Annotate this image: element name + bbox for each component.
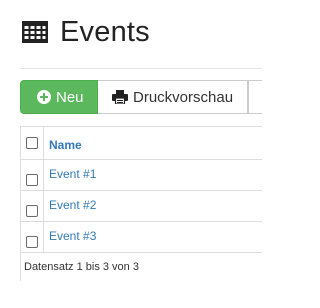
new-button-label: Neu (56, 88, 84, 106)
event-name-cell: Event #2 (44, 191, 262, 221)
toolbar-more-button[interactable] (248, 80, 262, 114)
select-all-checkbox[interactable] (26, 137, 38, 149)
print-preview-button[interactable]: Druckvorschau (98, 80, 248, 114)
print-preview-label: Druckvorschau (133, 88, 234, 106)
column-header-name[interactable]: Name (44, 127, 262, 159)
event-name-cell: Event #1 (44, 160, 262, 190)
row-checkbox[interactable] (26, 236, 38, 248)
row-check-cell (21, 160, 44, 190)
select-all-cell (21, 127, 44, 159)
event-link[interactable]: Event #3 (49, 229, 96, 243)
divider (20, 68, 262, 69)
table-row: Event #2 (21, 191, 262, 222)
record-count-text: Datensatz 1 bis 3 von 3 (24, 261, 139, 273)
event-link[interactable]: Event #2 (49, 198, 96, 212)
event-name-cell: Event #3 (44, 222, 262, 252)
row-check-cell (21, 191, 44, 221)
toolbar: Neu Druckvorschau (20, 80, 262, 114)
table-grid-icon (22, 21, 48, 43)
page-title: Events (60, 15, 150, 48)
printer-icon (112, 90, 128, 104)
table-row: Event #1 (21, 160, 262, 191)
column-header-name-label[interactable]: Name (49, 138, 82, 152)
table-footer: Datensatz 1 bis 3 von 3 (21, 253, 262, 281)
table-row: Event #3 (21, 222, 262, 253)
event-link[interactable]: Event #1 (49, 167, 96, 181)
new-button[interactable]: Neu (20, 80, 98, 114)
plus-circle-icon (37, 90, 51, 104)
row-checkbox[interactable] (26, 174, 38, 186)
row-checkbox[interactable] (26, 205, 38, 217)
events-table: Name Event #1 Event #2 Event #3 Datensat… (20, 126, 262, 281)
table-header-row: Name (21, 127, 262, 160)
page-header: Events (22, 12, 150, 52)
events-page: Events Neu Druckvorschau Name Event #1 E… (0, 0, 262, 308)
row-check-cell (21, 222, 44, 252)
